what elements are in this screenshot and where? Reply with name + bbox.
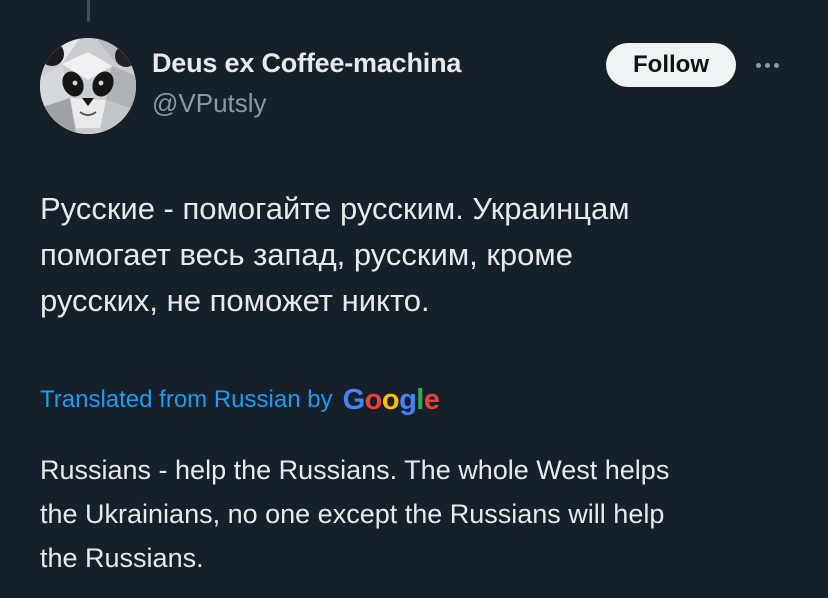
author-handle[interactable]: @VPutsly: [152, 88, 267, 119]
more-horizontal-icon[interactable]: [750, 52, 784, 78]
translated-from-link[interactable]: Translated from Russian by: [40, 386, 333, 414]
tweet-text-line: помогает весь запад, русским, кроме: [40, 237, 573, 272]
translation-text-line: the Ukrainians, no one except the Russia…: [40, 499, 665, 529]
panda-avatar-icon: [40, 38, 136, 134]
google-logo-letter: o: [364, 383, 383, 416]
google-logo-letter: e: [423, 383, 440, 416]
translation-text-line: the Russians.: [40, 543, 204, 573]
follow-button[interactable]: Follow: [606, 43, 736, 87]
more-dot: [764, 62, 770, 68]
google-logo-letter: G: [342, 383, 366, 416]
google-logo-letter: l: [416, 383, 424, 416]
google-logo-letter: o: [381, 383, 400, 416]
tweet-text-line: русских, не поможет никто.: [40, 283, 430, 318]
translation-text: Russians - help the Russians. The whole …: [40, 448, 810, 580]
more-dot: [755, 62, 761, 68]
tweet-text: Русские - помогайте русским. Украинцам п…: [40, 186, 800, 324]
more-dot: [773, 62, 779, 68]
avatar[interactable]: [40, 38, 136, 134]
author-display-name[interactable]: Deus ex Coffee-machina: [152, 48, 461, 79]
tweet-text-line: Русские - помогайте русским. Украинцам: [40, 191, 630, 226]
thread-connector-line: [87, 0, 90, 22]
translation-text-line: Russians - help the Russians. The whole …: [40, 455, 670, 485]
translation-attribution: Translated from Russian by Google: [40, 380, 440, 420]
google-logo-letter: g: [399, 383, 417, 416]
google-logo: Google: [343, 384, 440, 417]
